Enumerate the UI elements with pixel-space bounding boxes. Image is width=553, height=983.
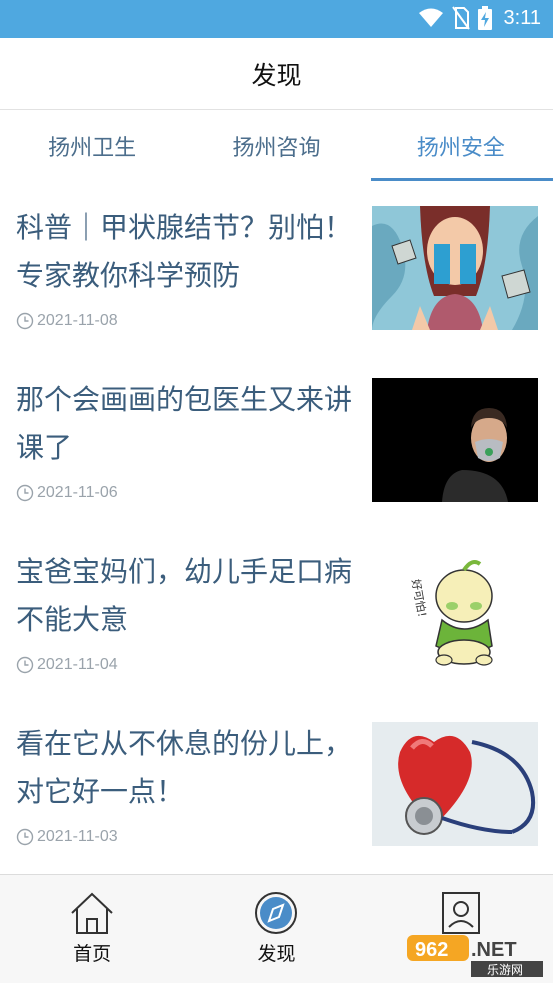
nav-discover[interactable]: 发现 bbox=[184, 875, 368, 983]
article-date: 2021-11-03 bbox=[16, 828, 118, 846]
article-thumbnail bbox=[372, 206, 538, 330]
article-date-text: 2021-11-03 bbox=[37, 828, 118, 845]
article-thumbnail: 好可怕！ bbox=[372, 550, 538, 674]
status-time: 3:11 bbox=[503, 6, 541, 29]
article-item[interactable]: 那个会画画的包医生又来讲课了 2021-11-06 bbox=[0, 354, 553, 526]
article-title: 那个会画画的包医生又来讲课了 bbox=[16, 383, 353, 464]
article-date: 2021-11-08 bbox=[16, 312, 118, 330]
article-item[interactable]: 看在它从不休息的份儿上，对它好一点！ 2021-11-03 bbox=[0, 698, 553, 870]
app-header: 发现 bbox=[0, 38, 553, 110]
article-thumbnail bbox=[372, 722, 538, 846]
clock-icon bbox=[16, 828, 34, 846]
article-title: 科普｜甲状腺结节？别怕！专家教你科学预防 bbox=[16, 211, 353, 292]
clock-icon bbox=[16, 484, 34, 502]
svg-text:乐游网: 乐游网 bbox=[487, 963, 523, 977]
tab-yangzhou-consult[interactable]: 扬州咨询 bbox=[184, 111, 368, 181]
battery-charging-icon bbox=[477, 6, 492, 30]
svg-text:.NET: .NET bbox=[471, 939, 517, 961]
svg-text:962: 962 bbox=[415, 939, 448, 961]
nav-home-label: 首页 bbox=[73, 943, 112, 965]
article-item[interactable]: 科普｜甲状腺结节？别怕！专家教你科学预防 2021-11-08 bbox=[0, 182, 553, 354]
article-date-text: 2021-11-08 bbox=[37, 312, 118, 329]
tab-yangzhou-safety[interactable]: 扬州安全 bbox=[369, 111, 553, 181]
clock-icon bbox=[16, 656, 34, 674]
profile-icon bbox=[441, 892, 480, 934]
article-thumbnail bbox=[372, 378, 538, 502]
nav-discover-label: 发现 bbox=[257, 943, 296, 965]
nav-home[interactable]: 首页 bbox=[0, 875, 184, 983]
article-list: 科普｜甲状腺结节？别怕！专家教你科学预防 2021-11-08 那个会画画的包医… bbox=[0, 182, 553, 870]
clock-icon bbox=[16, 312, 34, 330]
compass-icon bbox=[255, 892, 298, 934]
article-date: 2021-11-04 bbox=[16, 656, 118, 674]
site-watermark-logo: 962 .NET 乐游网 bbox=[407, 933, 547, 979]
home-icon bbox=[71, 892, 113, 934]
article-date-text: 2021-11-04 bbox=[37, 656, 118, 673]
status-icons: 3:11 bbox=[418, 6, 541, 30]
no-sim-icon bbox=[451, 6, 470, 30]
status-bar: 3:11 bbox=[0, 0, 553, 38]
article-title: 宝爸宝妈们，幼儿手足口病不能大意 bbox=[16, 555, 353, 636]
wifi-icon bbox=[418, 8, 443, 27]
article-date-text: 2021-11-06 bbox=[37, 484, 118, 501]
article-date: 2021-11-06 bbox=[16, 484, 118, 502]
article-title: 看在它从不休息的份儿上，对它好一点！ bbox=[16, 727, 353, 808]
category-tabs: 扬州卫生 扬州咨询 扬州安全 bbox=[0, 111, 553, 181]
article-item[interactable]: 宝爸宝妈们，幼儿手足口病不能大意 2021-11-04 好可怕！ bbox=[0, 526, 553, 698]
page-title: 发现 bbox=[251, 60, 302, 90]
tab-yangzhou-health[interactable]: 扬州卫生 bbox=[0, 111, 184, 181]
